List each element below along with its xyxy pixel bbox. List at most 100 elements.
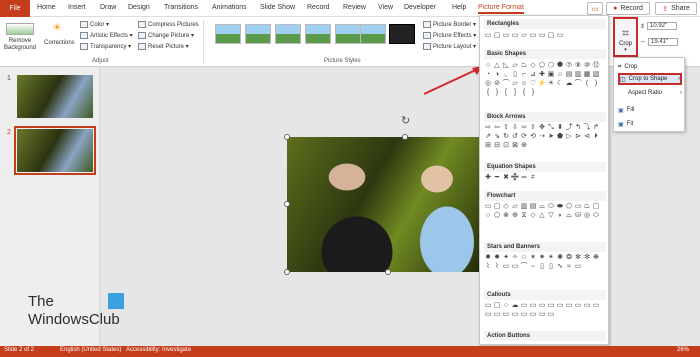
tab-record[interactable]: Record [307, 4, 330, 11]
shape-item[interactable]: } [529, 89, 537, 97]
shape-item[interactable]: ✥ [538, 124, 546, 132]
shape-item[interactable]: ◗ [556, 212, 564, 220]
shape-item[interactable]: ✻ [574, 254, 582, 262]
shape-item[interactable]: ⊕ [511, 212, 519, 220]
shape-item[interactable]: ▷ [565, 133, 573, 141]
shape-item[interactable]: ▱ [511, 62, 519, 70]
shape-item[interactable]: ❂ [565, 254, 573, 262]
shape-item[interactable]: ⬠ [493, 212, 501, 220]
shape-item[interactable]: ⬄ [520, 124, 528, 132]
shape-item[interactable]: ⬍ [556, 124, 564, 132]
picture-style-2[interactable] [245, 24, 271, 44]
shape-item[interactable]: ⌣ [529, 263, 537, 271]
accessibility-indicator[interactable]: Accessibility: Investigate [126, 347, 191, 353]
shape-item[interactable]: ✺ [556, 254, 564, 262]
shape-item[interactable]: ▭ [529, 311, 537, 319]
shape-item[interactable]: ⇨ [484, 124, 492, 132]
shape-item[interactable]: ⏵ [592, 133, 600, 141]
shape-item[interactable]: ⧖ [520, 212, 528, 220]
shape-item[interactable]: ⊟ [493, 142, 501, 150]
shape-item[interactable]: ▭ [556, 32, 564, 40]
shape-item[interactable]: ⬠ [538, 62, 546, 70]
shape-item[interactable]: ▭ [547, 302, 555, 310]
zoom-level[interactable]: 26% [677, 347, 689, 353]
resize-handle[interactable] [385, 269, 391, 275]
picture-style-4[interactable] [305, 24, 331, 44]
tab-home[interactable]: Home [37, 4, 56, 11]
tab-draw[interactable]: Draw [100, 4, 116, 11]
shape-item[interactable]: ⟲ [529, 133, 537, 141]
shape-item[interactable]: ○ [502, 302, 510, 310]
shape-item[interactable]: ⬭ [592, 212, 600, 220]
shape-item[interactable]: ⬬ [556, 203, 564, 211]
shape-item[interactable]: ▭ [520, 311, 528, 319]
shape-item[interactable]: ⤡ [547, 124, 555, 132]
shape-item[interactable]: ▥ [520, 203, 528, 211]
shape-item[interactable]: ⚡ [538, 80, 547, 88]
change-picture-button[interactable]: Change Picture ▾ [138, 32, 194, 39]
shape-item[interactable]: ⇗ [484, 133, 492, 141]
shape-item[interactable]: ∿ [556, 263, 564, 271]
shape-item[interactable]: ↰ [574, 124, 582, 132]
shape-item[interactable]: ✧ [511, 254, 519, 262]
shape-item[interactable]: ◑ [493, 71, 501, 79]
shape-item[interactable]: ▢ [592, 203, 600, 211]
shape-item[interactable]: ▭ [484, 32, 492, 40]
shape-item[interactable]: } [493, 89, 501, 97]
picture-style-1[interactable] [215, 24, 241, 44]
shape-item[interactable]: ▭ [484, 302, 492, 310]
tab-insert[interactable]: Insert [68, 4, 86, 11]
shape-item[interactable]: ▢ [547, 32, 555, 40]
shape-item[interactable]: ▢ [493, 203, 501, 211]
shape-item[interactable]: ◇ [529, 212, 537, 220]
shape-item[interactable]: ♡ [529, 80, 537, 88]
shape-item[interactable]: ▭ [484, 311, 492, 319]
shape-item[interactable]: ▱ [511, 203, 519, 211]
shape-item[interactable]: ▭ [538, 311, 546, 319]
shape-item[interactable]: ○ [484, 212, 492, 220]
shape-item[interactable]: ] [511, 89, 519, 97]
shape-item[interactable]: ⌇ [484, 263, 492, 271]
shape-item[interactable]: ✸ [493, 254, 501, 262]
shape-item[interactable]: ▭ [502, 311, 510, 319]
shape-item[interactable]: ▭ [529, 32, 537, 40]
menu-item-crop-to-shape[interactable]: ◫ Crop to Shape › [618, 73, 682, 85]
shape-item[interactable]: ☁ [565, 80, 573, 88]
menu-item-aspect-ratio[interactable]: Aspect Ratio › [618, 87, 682, 99]
shape-item[interactable]: ▱ [520, 32, 528, 40]
shape-item[interactable]: ▭ [574, 203, 582, 211]
shape-item[interactable]: ◔ [484, 71, 492, 79]
shape-item[interactable]: ▭ [592, 302, 600, 310]
shape-item[interactable]: ⊕ [520, 142, 528, 150]
shape-item[interactable]: ⬡ [547, 62, 555, 70]
shape-item[interactable]: ✼ [583, 254, 591, 262]
shape-item[interactable]: ▭ [511, 311, 519, 319]
language-indicator[interactable]: English (United States) [60, 347, 121, 353]
shape-item[interactable]: ⤴ [565, 124, 573, 132]
shape-item[interactable]: ⌒ [502, 80, 510, 88]
shape-item[interactable]: ⏢ [583, 203, 591, 211]
shape-item[interactable]: ⊳ [574, 133, 582, 141]
picture-style-3[interactable] [275, 24, 301, 44]
shape-item[interactable]: ▭ [565, 302, 573, 310]
shape-item[interactable]: ☁ [511, 302, 519, 310]
share-button[interactable]: ⇪ Share [655, 2, 697, 15]
shape-item[interactable]: ⊗ [502, 212, 510, 220]
shape-item[interactable]: ⇩ [511, 124, 519, 132]
shape-item[interactable]: ⊡ [502, 142, 510, 150]
shape-item[interactable]: ▭ [484, 203, 492, 211]
equal-shape-icon[interactable]: ═ [520, 174, 528, 182]
shape-item[interactable]: ⤵ [583, 124, 591, 132]
artistic-effects-button[interactable]: Artistic Effects ▾ [80, 32, 133, 39]
shape-item[interactable]: ◎ [484, 80, 492, 88]
shape-item[interactable]: ⌒ [520, 263, 528, 271]
minus-shape-icon[interactable]: ━ [493, 174, 501, 182]
shape-item[interactable]: ▢ [493, 302, 501, 310]
shape-item[interactable]: ▢ [493, 32, 501, 40]
shape-item[interactable]: ⇘ [493, 133, 501, 141]
shape-item[interactable]: ✦ [502, 254, 510, 262]
color-button[interactable]: Color ▾ [80, 21, 109, 28]
tab-review[interactable]: Review [343, 4, 366, 11]
comments-button[interactable]: ▭ [587, 2, 603, 15]
shape-item[interactable]: ▭ [583, 302, 591, 310]
